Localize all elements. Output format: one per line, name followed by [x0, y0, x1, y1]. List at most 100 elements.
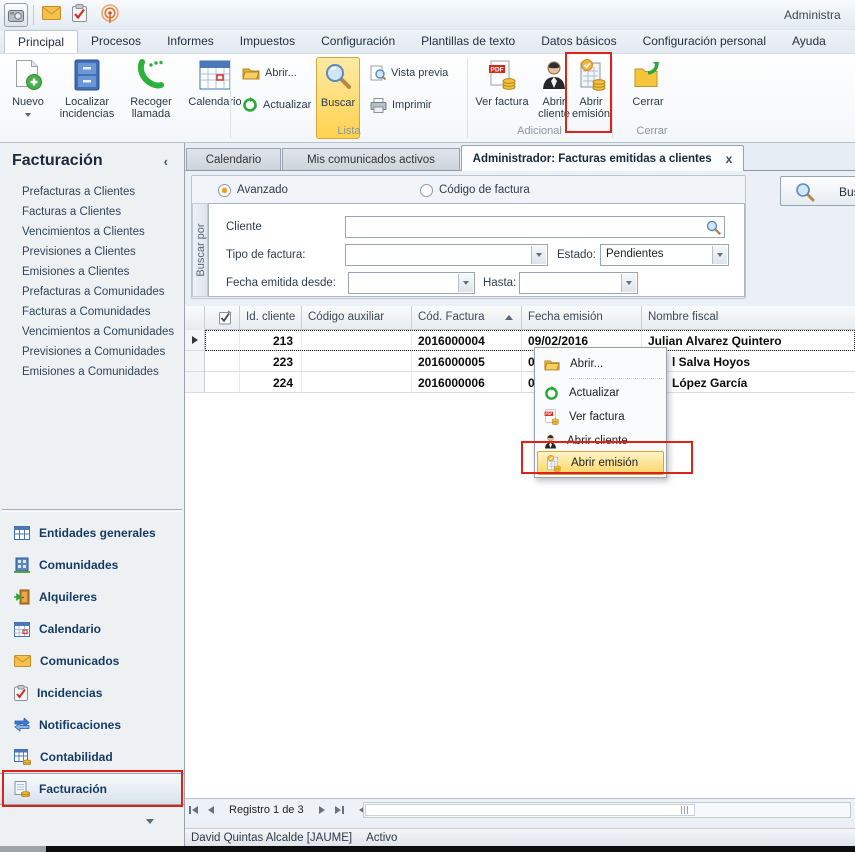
context-menu-actualizar[interactable]: Actualizar: [537, 381, 664, 405]
tab-configuracion-personal[interactable]: Configuración personal: [630, 30, 779, 53]
clipboard-check-icon[interactable]: [72, 4, 87, 22]
status-bar: David Quintas Alcalde [JAUME] Activo: [185, 828, 855, 846]
imprimir-button[interactable]: Imprimir: [370, 94, 432, 116]
buscar-button-label: Buscar: [839, 185, 855, 199]
sidebar-item-previsiones-clientes[interactable]: Previsiones a Clientes: [22, 242, 184, 262]
module-incidencias[interactable]: Incidencias: [0, 677, 184, 709]
localizar-incidencias-button[interactable]: Localizar incidencias: [54, 57, 120, 139]
tab-principal[interactable]: Principal: [4, 30, 78, 53]
cell-checkbox[interactable]: [205, 330, 240, 351]
dropdown-arrow-icon[interactable]: [458, 274, 473, 292]
open-folder-icon: [242, 66, 260, 80]
radio-codigo-factura[interactable]: [420, 184, 433, 197]
toolbar-separator: [33, 5, 34, 25]
estado-value: Pendientes: [606, 248, 664, 260]
next-record-button[interactable]: [314, 802, 331, 818]
header-codigo-auxiliar[interactable]: Código auxiliar: [302, 306, 412, 330]
invoice-coins-icon: [14, 781, 30, 797]
dropdown-arrow-icon[interactable]: [712, 246, 727, 264]
abrir-cliente-label: Abrir cliente: [538, 96, 570, 120]
previous-record-button[interactable]: [202, 802, 219, 818]
hasta-dropdown[interactable]: [519, 272, 638, 294]
module-comunicados[interactable]: Comunicados: [0, 645, 184, 677]
pdf-invoice-icon: PDF: [470, 57, 534, 93]
doc-tab-facturas-emitidas[interactable]: Administrador: Facturas emitidas a clien…: [461, 145, 744, 171]
header-id-cliente[interactable]: Id. cliente: [240, 306, 302, 330]
module-calendario[interactable]: Calendario: [0, 613, 184, 645]
doc-tab-comunicados[interactable]: Mis comunicados activos: [282, 148, 460, 171]
tab-procesos[interactable]: Procesos: [78, 30, 154, 53]
table-row[interactable]: 213 2016000004 09/02/2016 Julian Alvarez…: [205, 330, 855, 351]
actualizar-button[interactable]: Actualizar: [242, 94, 311, 116]
dropdown-arrow-icon[interactable]: [621, 274, 636, 292]
estado-dropdown[interactable]: Pendientes: [600, 244, 729, 266]
lookup-magnifier-icon[interactable]: [706, 220, 721, 235]
context-menu-abrir-emision[interactable]: Abrir emisión: [537, 451, 664, 475]
context-menu-abrir[interactable]: Abrir...: [537, 352, 664, 376]
checkbox-column-header[interactable]: [205, 306, 240, 330]
radio-avanzado-label[interactable]: Avanzado: [237, 184, 288, 196]
cell-id-cliente: 213: [240, 330, 302, 351]
scrollbar-thumb[interactable]: [365, 804, 695, 816]
radio-avanzado[interactable]: [218, 184, 231, 197]
module-notificaciones[interactable]: Notificaciones: [0, 709, 184, 741]
tab-impuestos[interactable]: Impuestos: [227, 30, 308, 53]
sidebar-item-emisiones-comunidades[interactable]: Emisiones a Comunidades: [22, 362, 184, 382]
dropdown-arrow-icon[interactable]: [531, 246, 546, 264]
radio-codigo-factura-label[interactable]: Código de factura: [439, 184, 530, 196]
module-facturacion[interactable]: Facturación: [0, 773, 184, 805]
doc-tab-calendario[interactable]: Calendario: [186, 148, 281, 171]
sort-ascending-icon: [505, 315, 513, 320]
antenna-icon[interactable]: [100, 4, 120, 24]
buscar-por-label: Buscar por: [195, 213, 207, 287]
abrir-button[interactable]: Abrir...: [242, 62, 297, 84]
sidebar-item-vencimientos-clientes[interactable]: Vencimientos a Clientes: [22, 222, 184, 242]
tab-informes[interactable]: Informes: [154, 30, 227, 53]
tab-datos-basicos[interactable]: Datos básicos: [528, 30, 629, 53]
cell-cod-factura: 2016000005: [412, 351, 522, 372]
sidebar-splitter[interactable]: [2, 509, 182, 512]
app-logo-button[interactable]: [4, 3, 28, 27]
magnifier-icon: [317, 58, 359, 94]
first-record-button[interactable]: [185, 802, 202, 818]
cell-checkbox[interactable]: [205, 372, 240, 393]
context-menu-ver-factura[interactable]: PDF Ver factura: [537, 405, 664, 429]
sidebar-item-prefacturas-clientes[interactable]: Prefacturas a Clientes: [22, 182, 184, 202]
module-contabilidad[interactable]: Contabilidad: [0, 741, 184, 773]
table-row[interactable]: 224 2016000006 09 López García: [205, 372, 855, 393]
sidebar-item-facturas-comunidades[interactable]: Facturas a Comunidades: [22, 302, 184, 322]
module-comunidades[interactable]: Comunidades: [0, 549, 184, 581]
tab-plantillas[interactable]: Plantillas de texto: [408, 30, 528, 53]
mail-icon[interactable]: [42, 6, 61, 20]
tipo-factura-dropdown[interactable]: [345, 244, 548, 266]
buscar-button[interactable]: Buscar: [780, 176, 855, 206]
cliente-input[interactable]: [345, 216, 725, 238]
header-fecha-emision[interactable]: Fecha emisión: [522, 306, 642, 330]
cell-checkbox[interactable]: [205, 351, 240, 372]
status-state-label: Activo: [366, 832, 397, 844]
recoger-llamada-button[interactable]: Recoger llamada: [122, 57, 180, 139]
fecha-desde-dropdown[interactable]: [348, 272, 475, 294]
sidebar-item-facturas-clientes[interactable]: Facturas a Clientes: [22, 202, 184, 222]
nuevo-button[interactable]: Nuevo: [4, 57, 52, 139]
header-nombre-fiscal[interactable]: Nombre fiscal: [642, 306, 855, 330]
sidebar-item-prefacturas-comunidades[interactable]: Prefacturas a Comunidades: [22, 282, 184, 302]
sidebar-item-vencimientos-comunidades[interactable]: Vencimientos a Comunidades: [22, 322, 184, 342]
horizontal-scrollbar[interactable]: [363, 802, 851, 818]
sidebar-collapse-button[interactable]: ‹: [164, 154, 174, 169]
module-entidades-generales[interactable]: Entidades generales: [0, 517, 184, 549]
sidebar-item-previsiones-comunidades[interactable]: Previsiones a Comunidades: [22, 342, 184, 362]
sidebar-item-emisiones-clientes[interactable]: Emisiones a Clientes: [22, 262, 184, 282]
nuevo-dropdown-caret[interactable]: [25, 113, 31, 117]
tab-ayuda[interactable]: Ayuda: [779, 30, 839, 53]
tab-configuracion[interactable]: Configuración: [308, 30, 408, 53]
sidebar-overflow-chevron[interactable]: [146, 819, 154, 824]
context-menu-abrir-cliente[interactable]: Abrir cliente: [537, 429, 664, 453]
tab-close-icon[interactable]: x: [726, 152, 733, 166]
ver-factura-label: Ver factura: [475, 96, 528, 108]
module-alquileres[interactable]: Alquileres: [0, 581, 184, 613]
vista-previa-button[interactable]: Vista previa: [370, 62, 448, 84]
last-record-button[interactable]: [331, 802, 348, 818]
table-row[interactable]: 223 2016000005 09 l Salva Hoyos: [205, 351, 855, 372]
magnifier-icon: [795, 182, 815, 202]
